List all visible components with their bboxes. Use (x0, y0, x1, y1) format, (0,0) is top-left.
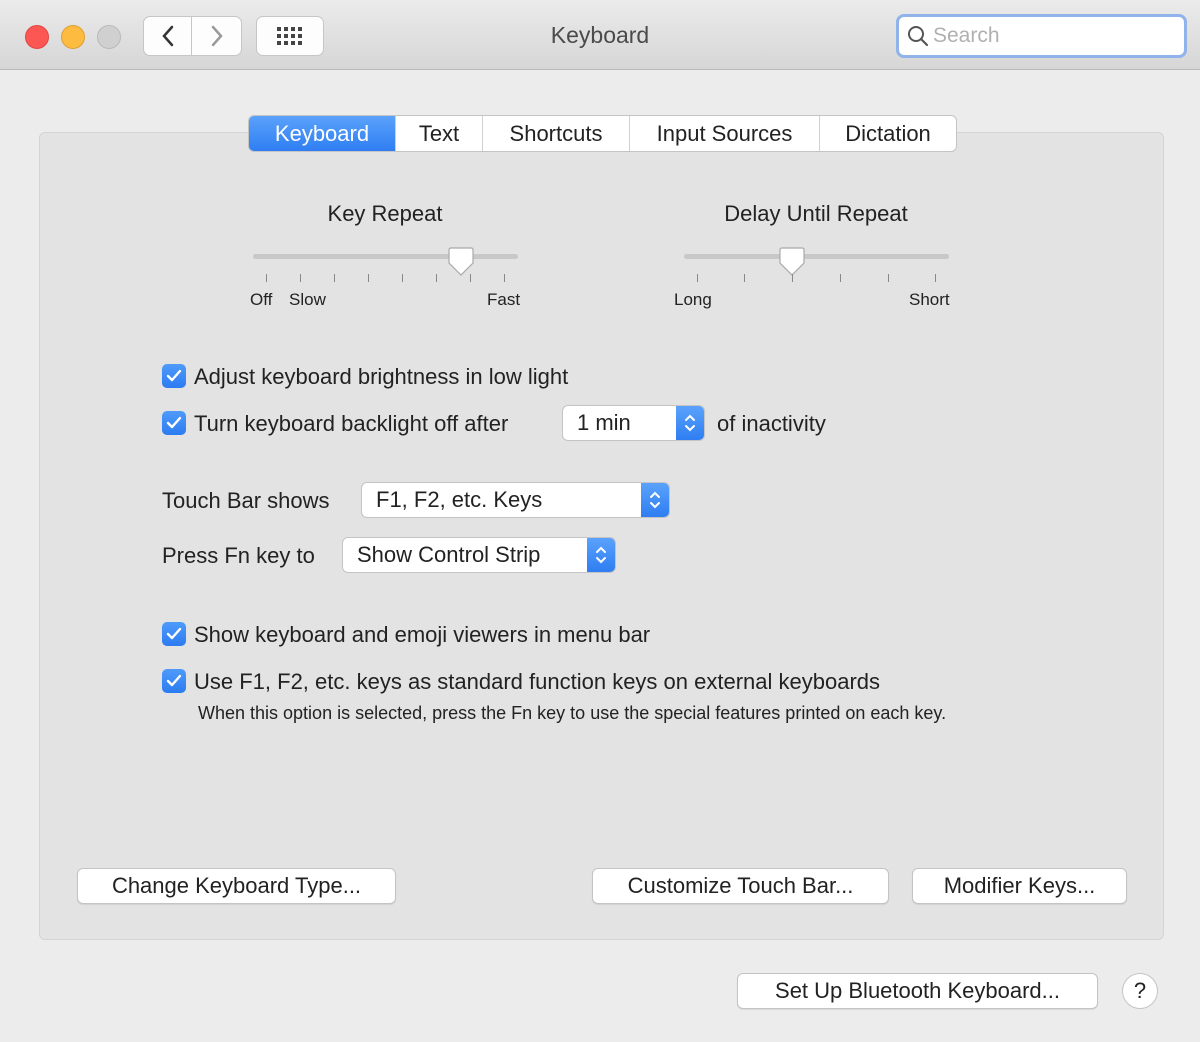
key-repeat-thumb[interactable] (447, 247, 475, 277)
tick-mark (334, 274, 335, 282)
delay-track[interactable] (684, 254, 949, 259)
backlight-suffix: of inactivity (717, 411, 826, 436)
back-button[interactable] (143, 16, 192, 56)
chevron-right-icon (211, 25, 223, 47)
backlight-checkbox[interactable] (162, 411, 186, 435)
tick-mark (402, 274, 403, 282)
show-all-button[interactable] (256, 16, 324, 56)
function-keys-label[interactable]: Use F1, F2, etc. keys as standard functi… (194, 669, 880, 695)
key-repeat-title: Key Repeat (327, 201, 443, 226)
key-repeat-fast-label: Fast (487, 290, 521, 309)
fn-key-label: Press Fn key to (162, 543, 315, 568)
help-button[interactable]: ? (1122, 973, 1158, 1009)
zoom-window-button[interactable] (97, 25, 121, 49)
touch-bar-label: Touch Bar shows (162, 488, 330, 513)
fn-key-popup[interactable]: Show Control Strip (342, 537, 616, 573)
checkmark-icon (166, 369, 182, 382)
search-icon (908, 26, 929, 47)
backlight-timeout-value: 1 min (577, 410, 631, 435)
tick-mark (470, 274, 471, 282)
tick-mark (888, 274, 889, 282)
tick-mark (935, 274, 936, 282)
checkmark-icon (166, 416, 182, 429)
minimize-window-button[interactable] (61, 25, 85, 49)
delay-thumb[interactable] (778, 247, 806, 277)
preferences-panel (39, 132, 1164, 940)
tick-mark (697, 274, 698, 282)
checkmark-icon (166, 674, 182, 687)
fn-key-value: Show Control Strip (357, 542, 541, 567)
function-keys-note: When this option is selected, press the … (198, 703, 947, 723)
viewers-checkbox[interactable] (162, 622, 186, 646)
tab-input-sources[interactable]: Input Sources (629, 116, 819, 151)
function-keys-checkbox[interactable] (162, 669, 186, 693)
customize-touch-bar-button[interactable]: Customize Touch Bar... (592, 868, 889, 904)
search-field[interactable] (896, 14, 1187, 58)
chevron-left-icon (161, 25, 173, 47)
tick-mark (436, 274, 437, 282)
touch-bar-value: F1, F2, etc. Keys (376, 487, 543, 512)
key-repeat-track[interactable] (253, 254, 518, 259)
close-window-button[interactable] (25, 25, 49, 49)
tab-shortcuts[interactable]: Shortcuts (482, 116, 629, 151)
tab-text[interactable]: Text (395, 116, 482, 151)
up-down-arrows-icon (641, 483, 669, 517)
tick-mark (840, 274, 841, 282)
checkmark-icon (166, 627, 182, 640)
tick-mark (300, 274, 301, 282)
tick-mark (368, 274, 369, 282)
up-down-arrows-icon (587, 538, 615, 572)
brightness-checkbox[interactable] (162, 364, 186, 388)
tick-mark (792, 274, 793, 282)
viewers-label[interactable]: Show keyboard and emoji viewers in menu … (194, 622, 650, 648)
backlight-timeout-popup[interactable]: 1 min (562, 405, 705, 441)
up-down-arrows-icon (676, 406, 704, 440)
delay-until-repeat-title: Delay Until Repeat (724, 201, 908, 226)
bluetooth-keyboard-button[interactable]: Set Up Bluetooth Keyboard... (737, 973, 1098, 1009)
title-bar: Keyboard (0, 0, 1200, 70)
tab-dictation[interactable]: Dictation (819, 116, 956, 151)
backlight-label[interactable]: Turn keyboard backlight off after (194, 411, 508, 437)
key-repeat-slow-label: Slow (289, 290, 326, 309)
delay-short-label: Short (909, 290, 950, 309)
search-input[interactable] (933, 24, 1173, 48)
change-keyboard-type-button[interactable]: Change Keyboard Type... (77, 868, 396, 904)
tab-keyboard[interactable]: Keyboard (249, 116, 395, 151)
delay-long-label: Long (674, 290, 712, 309)
brightness-label[interactable]: Adjust keyboard brightness in low light (194, 364, 568, 390)
modifier-keys-button[interactable]: Modifier Keys... (912, 868, 1127, 904)
tick-mark (504, 274, 505, 282)
touch-bar-popup[interactable]: F1, F2, etc. Keys (361, 482, 670, 518)
tick-mark (744, 274, 745, 282)
key-repeat-off-label: Off (250, 290, 273, 309)
forward-button[interactable] (192, 16, 242, 56)
grid-icon (277, 27, 302, 45)
tick-mark (266, 274, 267, 282)
tab-bar: Keyboard Text Shortcuts Input Sources Di… (248, 115, 957, 152)
